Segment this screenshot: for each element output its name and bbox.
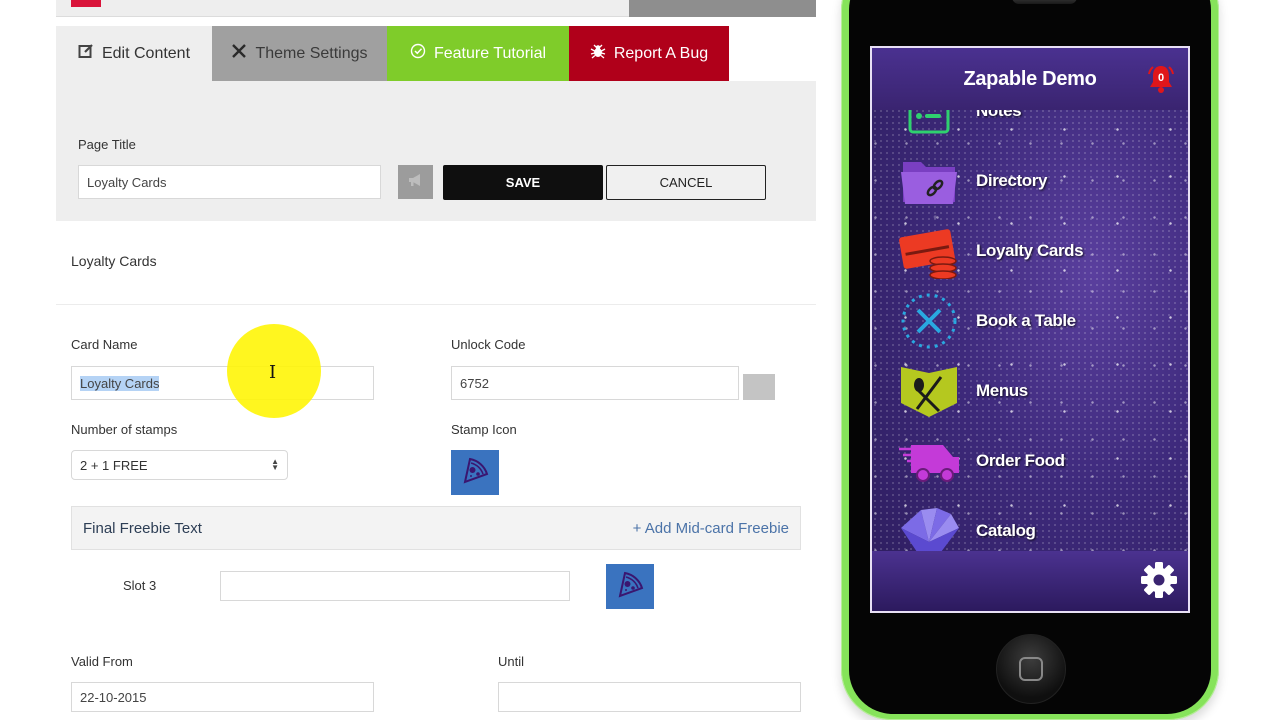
close-x-icon — [231, 43, 247, 64]
notification-bell[interactable]: 0 — [1144, 62, 1178, 96]
tab-label: Feature Tutorial — [433, 44, 547, 62]
menu-item-label: Loyalty Cards — [976, 241, 1084, 260]
divider — [56, 304, 816, 305]
folder-link-icon — [896, 151, 962, 211]
settings-gear-icon[interactable] — [1140, 561, 1178, 599]
tab-label: Edit Content — [101, 44, 191, 62]
edit-icon — [78, 43, 94, 64]
menu-item-label: Order Food — [976, 451, 1065, 470]
slot-3-input[interactable] — [220, 571, 570, 601]
tab-feature-tutorial[interactable]: Feature Tutorial — [387, 26, 569, 81]
home-button[interactable] — [996, 634, 1066, 704]
unlock-code-label: Unlock Code — [451, 337, 526, 352]
slot-label: Slot 3 — [123, 578, 157, 593]
editor-tabs: Edit Content Theme Settings Feature Tuto… — [56, 26, 816, 81]
home-square-icon — [1019, 657, 1043, 681]
app-title: Zapable Demo — [963, 67, 1097, 90]
top-toolbar — [56, 0, 816, 17]
save-button[interactable]: SAVE — [443, 165, 603, 200]
loyalty-card-icon — [896, 221, 962, 281]
app-menu-item-book-a-table[interactable]: Book a Table — [872, 286, 1188, 356]
tab-theme-settings[interactable]: Theme Settings — [212, 26, 387, 81]
section-heading: Loyalty Cards — [71, 253, 157, 269]
stamps-value: 2 + 1 FREE — [80, 457, 148, 473]
bug-icon — [590, 43, 606, 64]
select-arrows-icon: ▲ ▼ — [271, 457, 279, 472]
pizza-slice-icon — [460, 455, 490, 490]
until-label: Until — [498, 654, 525, 669]
unlock-code-button[interactable] — [743, 374, 775, 400]
stamps-label: Number of stamps — [71, 422, 178, 437]
megaphone-icon — [408, 173, 424, 192]
valid-from-input[interactable]: 22-10-2015 — [71, 682, 374, 712]
app-menu-item-menus[interactable]: Menus — [872, 356, 1188, 426]
valid-from-label: Valid From — [71, 654, 133, 669]
cancel-button[interactable]: CANCEL — [606, 165, 766, 200]
tab-edit-content[interactable]: Edit Content — [56, 26, 212, 81]
brand-mark — [71, 0, 101, 7]
until-input[interactable] — [498, 682, 801, 712]
notification-count: 0 — [1157, 72, 1165, 84]
menu-item-label: Book a Table — [976, 311, 1076, 330]
stamp-icon-label: Stamp Icon — [451, 422, 517, 437]
tab-label: Report A Bug — [613, 44, 709, 62]
pizza-slice-icon — [615, 569, 645, 604]
app-footer — [872, 551, 1188, 611]
slot-stamp-icon-button[interactable] — [606, 564, 654, 609]
page-title-panel: Page Title Loyalty Cards SAVE CANCEL — [56, 81, 816, 221]
stamps-select[interactable]: 2 + 1 FREE ▲ ▼ — [71, 450, 288, 480]
tab-label: Theme Settings — [255, 44, 368, 62]
app-menu-item-order-food[interactable]: Order Food — [872, 426, 1188, 496]
phone-screen: Zapable Demo 0 Notes Directory Loyalty C… — [870, 46, 1190, 613]
menu-item-label: Directory — [976, 171, 1048, 190]
phone-speaker — [1012, 0, 1077, 4]
selected-text: Loyalty Cards — [80, 375, 160, 391]
card-name-label: Card Name — [71, 337, 138, 352]
tab-report-bug[interactable]: Report A Bug — [569, 26, 729, 81]
app-menu-item-loyalty-cards[interactable]: Loyalty Cards — [872, 216, 1188, 286]
toolbar-block[interactable] — [629, 0, 816, 17]
add-midcard-freebie-link[interactable]: + Add Mid-card Freebie — [633, 520, 789, 537]
freebie-bar: Final Freebie Text + Add Mid-card Freebi… — [71, 506, 801, 550]
page-title-label: Page Title — [78, 137, 136, 152]
menu-cutlery-icon — [896, 361, 962, 421]
menu-item-label: Menus — [976, 381, 1028, 400]
stamp-icon-button[interactable] — [451, 450, 499, 495]
unlock-code-input[interactable]: 6752 — [451, 366, 739, 400]
freebie-title: Final Freebie Text — [83, 519, 202, 537]
announce-button[interactable] — [398, 165, 433, 199]
menu-item-label: Catalog — [976, 521, 1036, 540]
clock-cutlery-icon — [896, 291, 962, 351]
app-menu-item-directory[interactable]: Directory — [872, 146, 1188, 216]
app-header: Zapable Demo 0 — [872, 48, 1188, 110]
check-circle-icon — [410, 43, 426, 64]
page-title-input[interactable]: Loyalty Cards — [78, 165, 381, 199]
delivery-truck-icon — [896, 431, 962, 491]
card-name-input[interactable]: Loyalty Cards — [71, 366, 374, 400]
